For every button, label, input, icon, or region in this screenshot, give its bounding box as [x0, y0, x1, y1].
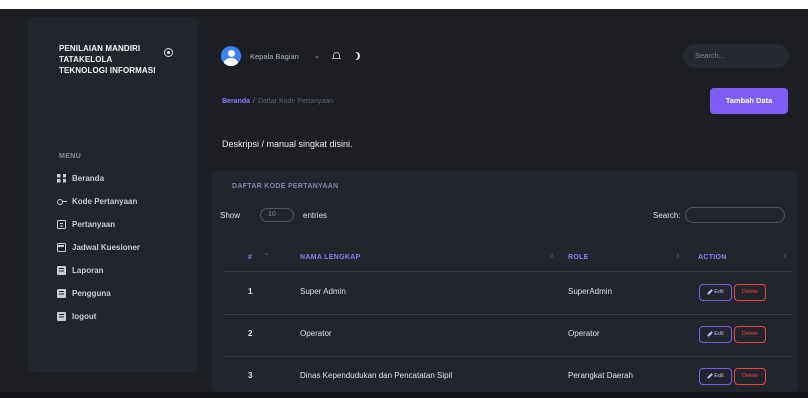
sidebar-item-laporan[interactable]: Laporan [57, 264, 197, 276]
row-role: Perangkat Daerah [568, 371, 633, 380]
user-menu[interactable]: Kepala Bagian [250, 52, 299, 61]
sidebar-item-label: Jadwal Kuesioner [72, 242, 141, 252]
delete-button[interactable]: Delete [734, 326, 766, 343]
sidebar-item-label: Beranda [72, 173, 105, 183]
sidebar-item-logout[interactable]: logout [57, 310, 197, 322]
sidebar-item-label: Pengguna [72, 288, 111, 298]
sidebar-item-label: Kode Pertanyaan [72, 196, 138, 206]
row-name: Operator [300, 329, 332, 338]
sort-icon[interactable]: ⇕ [675, 253, 680, 260]
page-description: Deskripsi / manual singkat disini. [222, 139, 353, 149]
breadcrumb-home[interactable]: Beranda [222, 98, 250, 105]
app-brand: PENILAIAN MANDIRI TATAKELOLA TEKNOLOGI I… [59, 44, 156, 75]
edit-button[interactable]: Edit [699, 368, 732, 385]
delete-button[interactable]: Delete [734, 284, 766, 301]
data-card: DAFTAR KODE PERTANYAAN Show 10 entries S… [212, 171, 798, 392]
table-row: 1 Super Admin SuperAdmin Edit Delete [224, 272, 792, 315]
pencil-icon [707, 330, 714, 337]
grid-icon [57, 173, 66, 183]
book-icon [57, 288, 66, 298]
edit-label: Edit [714, 373, 724, 379]
moon-icon[interactable] [350, 52, 358, 60]
sidebar-item-pertanyaan[interactable]: Pertanyaan [57, 218, 197, 230]
sidebar-item-label: logout [72, 311, 97, 321]
sidebar-toggle-icon[interactable] [164, 48, 173, 57]
delete-button[interactable]: Delete [734, 368, 766, 385]
breadcrumb-separator: / [253, 98, 255, 105]
column-header-action[interactable]: ACTION [698, 254, 727, 261]
table-header: # ⌃ NAMA LENGKAP ⇕ ROLE ⇕ ACTION ⇕ [224, 245, 792, 272]
edit-button[interactable]: Edit [699, 284, 732, 301]
sidebar-item-jadwal-kuesioner[interactable]: Jadwal Kuesioner [57, 241, 197, 253]
search-input[interactable]: Search... [683, 44, 789, 68]
row-name: Super Admin [300, 287, 346, 296]
row-role: SuperAdmin [568, 287, 613, 296]
breadcrumb: Beranda / Daftar Kode Pertanyaan [222, 98, 333, 105]
calendar-icon [57, 242, 66, 252]
bell-icon[interactable] [332, 52, 341, 60]
column-header-number[interactable]: # [248, 254, 252, 261]
avatar[interactable] [221, 46, 241, 66]
table-row: 2 Operator Operator Edit Delete [224, 314, 792, 357]
sort-icon[interactable]: ⇕ [782, 253, 787, 260]
row-number: 1 [248, 287, 253, 296]
column-header-name[interactable]: NAMA LENGKAP [300, 254, 361, 261]
entries-label: entries [303, 211, 328, 220]
show-label: Show [220, 211, 241, 220]
edit-label: Edit [714, 289, 724, 295]
document-icon [57, 219, 66, 229]
sidebar-item-label: Laporan [72, 265, 104, 275]
edit-button[interactable]: Edit [699, 326, 732, 343]
menu-heading: MENU [59, 153, 82, 160]
row-number: 2 [248, 329, 253, 338]
sidebar-item-pengguna[interactable]: Pengguna [57, 287, 197, 299]
pencil-icon [707, 372, 714, 379]
sidebar-item-label: Pertanyaan [72, 219, 116, 229]
sort-icon[interactable]: ⇕ [549, 253, 554, 260]
book-icon [57, 265, 66, 275]
sort-asc-icon[interactable]: ⌃ [264, 253, 269, 260]
card-title: DAFTAR KODE PERTANYAAN [232, 183, 339, 190]
sidebar: PENILAIAN MANDIRI TATAKELOLA TEKNOLOGI I… [28, 17, 198, 372]
edit-label: Edit [714, 331, 724, 337]
sidebar-item-beranda[interactable]: Beranda [57, 172, 197, 184]
browser-top-band [0, 0, 808, 9]
chevron-down-icon[interactable]: ⌄ [314, 52, 320, 60]
breadcrumb-current: Daftar Kode Pertanyaan [257, 98, 334, 105]
key-icon [57, 197, 67, 206]
pencil-icon [707, 288, 714, 295]
table-search-label: Search: [653, 211, 681, 220]
column-header-role[interactable]: ROLE [568, 254, 589, 261]
add-data-button[interactable]: Tambah Data [710, 88, 788, 114]
sidebar-item-kode-pertanyaan[interactable]: Kode Pertanyaan [57, 195, 197, 207]
book-icon [57, 311, 66, 321]
row-role: Operator [568, 329, 600, 338]
page-length-select[interactable]: 10 [260, 208, 294, 222]
table-search-input[interactable] [685, 207, 785, 223]
row-number: 3 [248, 371, 253, 380]
row-name: Dinas Kependudukan dan Pencatatan Sipil [300, 371, 453, 380]
